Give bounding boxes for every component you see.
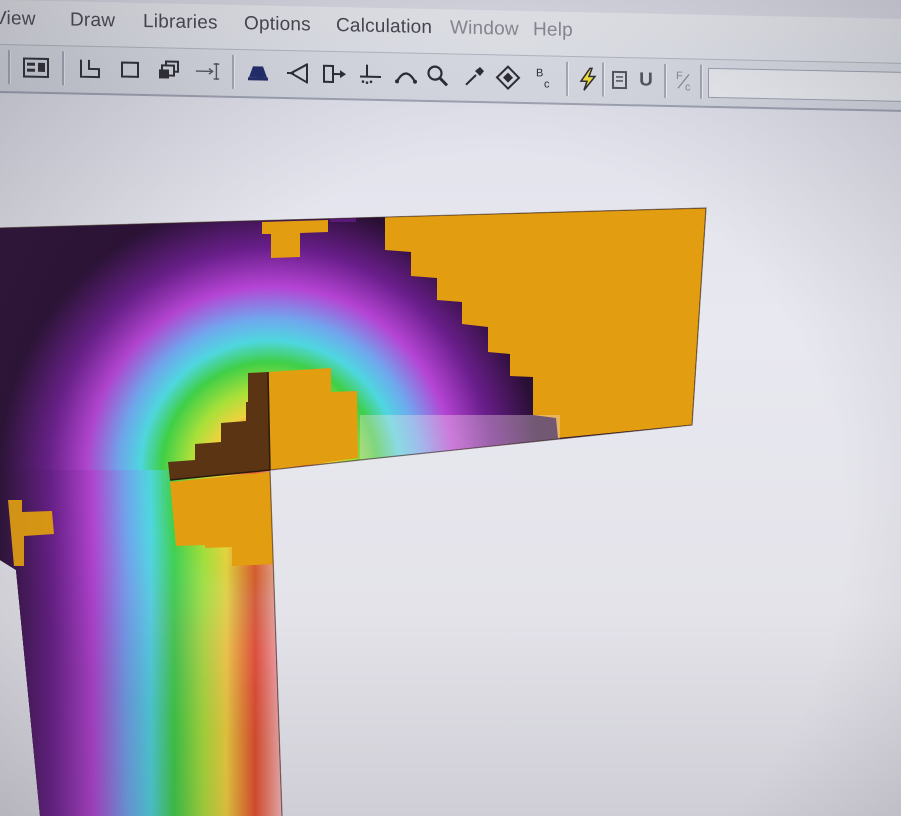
u-factor-glyph: U [639,69,653,91]
rectangle-icon[interactable] [116,55,144,84]
insert-node-icon[interactable] [320,60,348,89]
toolbar-separator [232,54,235,89]
eyedropper-icon[interactable] [460,63,488,92]
fill-bucket-icon[interactable] [244,58,272,87]
arc-icon[interactable] [392,61,420,90]
zoom-icon[interactable] [424,62,452,91]
drawing-canvas[interactable] [0,0,901,816]
menu-draw[interactable]: Draw [70,9,115,32]
material-list-icon[interactable] [22,53,50,82]
dimension-icon[interactable] [194,57,222,86]
toolbar-separator [602,62,605,97]
fraction-icon[interactable]: F c [670,67,698,96]
results-icon[interactable] [606,66,634,95]
toolbar-input-field[interactable] [708,67,901,103]
toolbar-separator [700,64,703,99]
menu-view[interactable]: View [0,8,36,31]
thermal-plot [0,208,706,816]
fraction-glyph-bottom: c [685,81,691,93]
menu-options[interactable]: Options [244,13,311,36]
copy-layers-icon[interactable] [155,56,183,85]
menu-calculation[interactable]: Calculation [336,15,432,39]
bc-glyph-bottom: c [544,78,550,90]
toolbar-separator [62,51,65,86]
fraction-glyph-top: F [676,70,683,82]
toolbar-separator [566,61,569,96]
calculate-lightning-icon[interactable] [574,65,602,94]
move-node-icon[interactable] [284,59,312,88]
u-factor-icon[interactable]: U [632,66,660,95]
toolbar-separator [8,50,11,85]
boundary-condition-icon[interactable]: B c [530,64,558,93]
menu-window[interactable]: Window [450,17,519,40]
polyline-icon[interactable] [76,55,104,84]
eraser-icon[interactable] [494,63,522,92]
snap-point-icon[interactable] [356,60,384,89]
menu-libraries[interactable]: Libraries [143,11,218,35]
toolbar-separator [664,63,667,98]
bc-glyph-top: B [536,67,543,79]
menu-help[interactable]: Help [533,19,573,42]
